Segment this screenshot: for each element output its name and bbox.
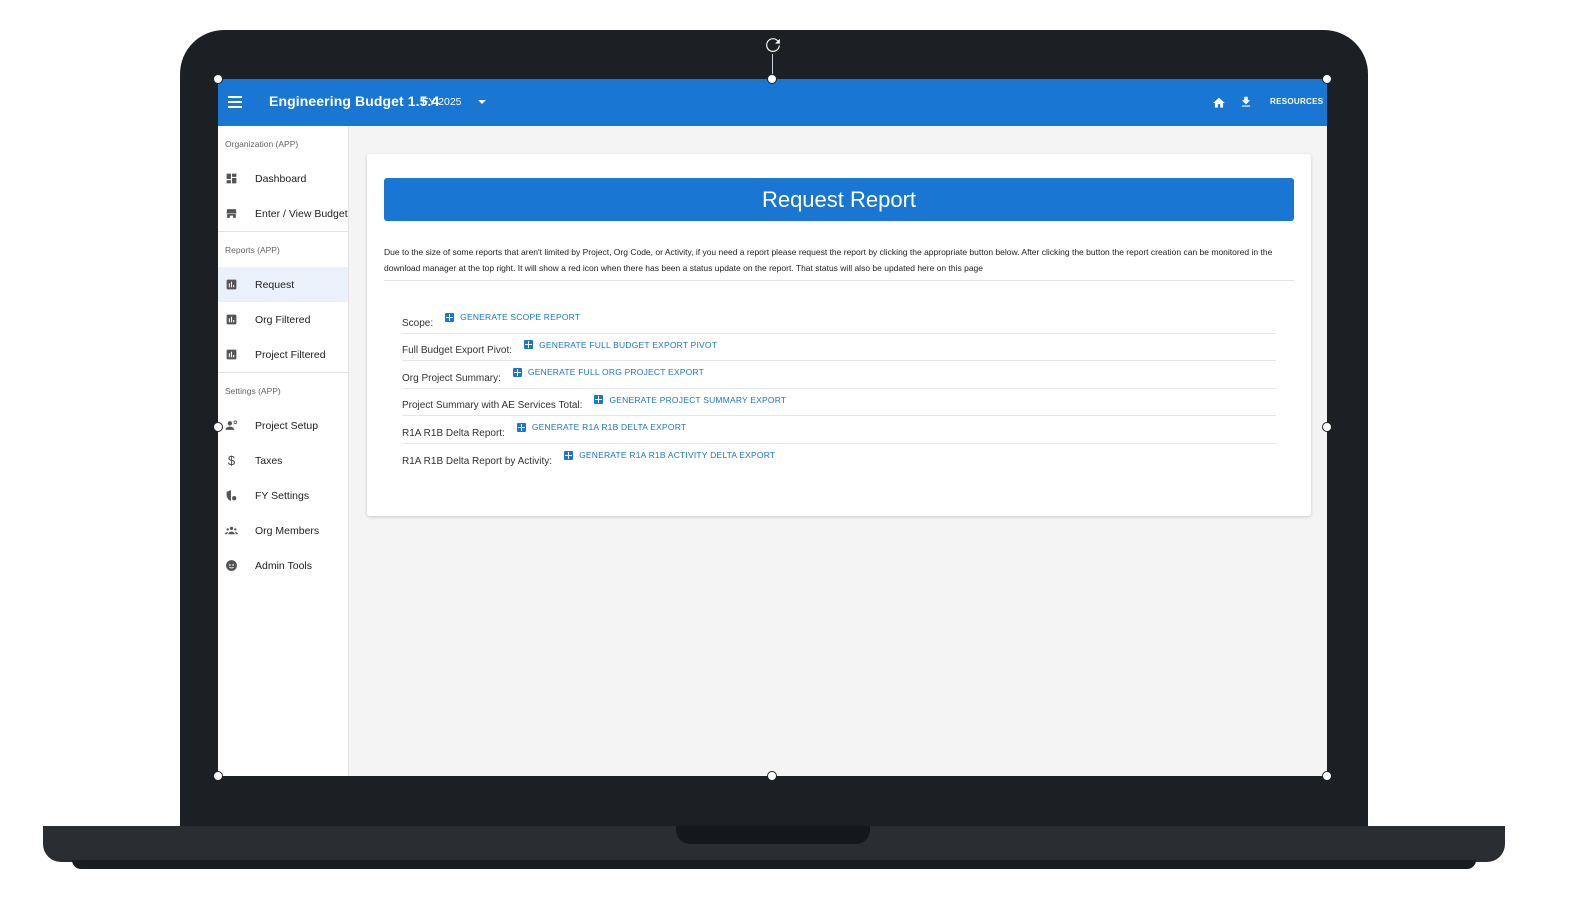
sidebar-item-label: Admin Tools (255, 559, 313, 572)
report-row-scope: Scope: GENERATE SCOPE REPORT (402, 306, 1276, 334)
generate-scope-report-button[interactable]: GENERATE SCOPE REPORT (445, 312, 580, 326)
report-label: Scope: (402, 317, 434, 329)
sidebar-item-label: Dashboard (255, 172, 307, 185)
fiscal-year-select[interactable]: FY 2025 (422, 96, 486, 108)
sidebar-item-label: Project Filtered (255, 348, 326, 361)
sidebar-item-label: Org Filtered (255, 313, 311, 326)
sidebar-item-label: Project Setup (255, 419, 319, 432)
sidebar-item-project-filtered[interactable]: Project Filtered (218, 337, 348, 372)
button-label: GENERATE FULL ORG PROJECT EXPORT (527, 367, 705, 378)
report-label: R1A R1B Delta Report by Activity: (402, 455, 553, 467)
table-icon (564, 450, 574, 460)
resize-handle-left[interactable] (213, 422, 223, 432)
generate-delta-export-button[interactable]: GENERATE R1A R1B DELTA EXPORT (516, 422, 687, 436)
sidebar-item-taxes[interactable]: $ Taxes (218, 443, 348, 478)
report-label: R1A R1B Delta Report: (402, 427, 505, 439)
store-icon (225, 207, 238, 220)
admin-face-icon (225, 559, 238, 572)
resize-handle-bottom-right[interactable] (1322, 771, 1332, 781)
group-icon (225, 524, 238, 537)
home-icon[interactable] (1212, 96, 1226, 110)
dashboard-icon (225, 172, 238, 185)
report-row-org-project-summary: Org Project Summary: GENERATE FULL ORG P… (402, 361, 1276, 389)
sidebar: Organization (APP) Dashboard Enter / Vie… (218, 126, 349, 776)
report-description: Due to the size of some reports that are… (384, 247, 1273, 273)
button-label: GENERATE PROJECT SUMMARY EXPORT (609, 394, 787, 405)
request-report-card: Request Report Due to the size of some r… (367, 154, 1311, 516)
report-row-delta-activity: R1A R1B Delta Report by Activity: GENERA… (402, 444, 1276, 472)
sidebar-item-admin-tools[interactable]: Admin Tools (218, 548, 348, 583)
resources-button[interactable]: RESOURCES (1270, 97, 1323, 106)
sidebar-item-label: Enter / View Budget (255, 207, 348, 220)
chevron-down-icon (477, 100, 486, 104)
sidebar-section-organization: Organization (APP) (225, 138, 299, 149)
generate-org-project-export-button[interactable]: GENERATE FULL ORG PROJECT EXPORT (512, 367, 705, 381)
table-icon (594, 395, 604, 405)
person-settings-icon (225, 419, 238, 432)
sidebar-item-label: Request (255, 278, 295, 291)
bar-chart-icon (225, 348, 238, 361)
sidebar-section-settings: Settings (APP) (225, 385, 281, 396)
rotate-icon[interactable] (762, 34, 784, 56)
laptop-notch (676, 826, 870, 844)
sidebar-item-request[interactable]: Request (218, 267, 348, 302)
resize-handle-bottom-left[interactable] (213, 771, 223, 781)
report-list: Scope: GENERATE SCOPE REPORT Full Budget… (402, 306, 1276, 471)
resize-handle-top-right[interactable] (1322, 74, 1332, 84)
dollar-icon: $ (227, 453, 236, 468)
button-label: GENERATE R1A R1B DELTA EXPORT (531, 422, 687, 433)
download-icon[interactable] (1239, 95, 1253, 109)
sidebar-item-enter-view-budget[interactable]: Enter / View Budget (218, 196, 348, 231)
sidebar-section-reports: Reports (APP) (225, 244, 280, 255)
report-row-full-budget: Full Budget Export Pivot: GENERATE FULL … (402, 334, 1276, 361)
app-bar: Engineering Budget 1.5.4 FY 2025 RESOURC… (218, 79, 1327, 126)
table-icon (524, 340, 534, 350)
table-icon (445, 312, 455, 322)
generate-activity-delta-export-button[interactable]: GENERATE R1A R1B ACTIVITY DELTA EXPORT (564, 450, 775, 464)
generate-project-summary-export-button[interactable]: GENERATE PROJECT SUMMARY EXPORT (594, 395, 786, 409)
app-title: Engineering Budget 1.5.4 (269, 93, 440, 109)
sidebar-item-org-members[interactable]: Org Members (218, 513, 348, 548)
button-label: GENERATE SCOPE REPORT (460, 312, 581, 323)
sidebar-item-dashboard[interactable]: Dashboard (218, 161, 348, 196)
sidebar-item-project-setup[interactable]: Project Setup (218, 408, 348, 443)
report-label: Org Project Summary: (402, 372, 501, 384)
report-row-delta: R1A R1B Delta Report: GENERATE R1A R1B D… (402, 416, 1276, 444)
sidebar-item-org-filtered[interactable]: Org Filtered (218, 302, 348, 337)
button-label: GENERATE FULL BUDGET EXPORT PIVOT (539, 339, 718, 350)
resize-handle-bottom[interactable] (767, 771, 777, 781)
report-label: Project Summary with AE Services Total: (402, 400, 583, 412)
page-title: Request Report (384, 178, 1294, 221)
bar-chart-icon (225, 278, 238, 291)
button-label: GENERATE R1A R1B ACTIVITY DELTA EXPORT (579, 450, 776, 461)
report-row-project-summary: Project Summary with AE Services Total: … (402, 389, 1276, 416)
generate-full-budget-export-button[interactable]: GENERATE FULL BUDGET EXPORT PIVOT (524, 340, 717, 354)
app-screen: Engineering Budget 1.5.4 FY 2025 RESOURC… (218, 79, 1327, 776)
sidebar-item-label: FY Settings (255, 489, 310, 502)
menu-icon[interactable] (226, 93, 244, 111)
bar-chart-icon (225, 313, 238, 326)
resize-handle-right[interactable] (1322, 422, 1332, 432)
report-label: Full Budget Export Pivot: (402, 345, 513, 357)
sidebar-item-fy-settings[interactable]: FY Settings (218, 478, 348, 513)
sidebar-item-label: Taxes (255, 454, 283, 467)
laptop-base-shadow (72, 860, 1476, 869)
shield-settings-icon (225, 489, 238, 502)
resize-handle-top[interactable] (767, 74, 777, 84)
card-divider (384, 280, 1294, 281)
resize-handle-top-left[interactable] (213, 74, 223, 84)
table-icon (516, 422, 526, 432)
table-icon (512, 367, 522, 377)
sidebar-item-label: Org Members (255, 524, 320, 537)
fiscal-year-value: FY 2025 (422, 96, 462, 108)
